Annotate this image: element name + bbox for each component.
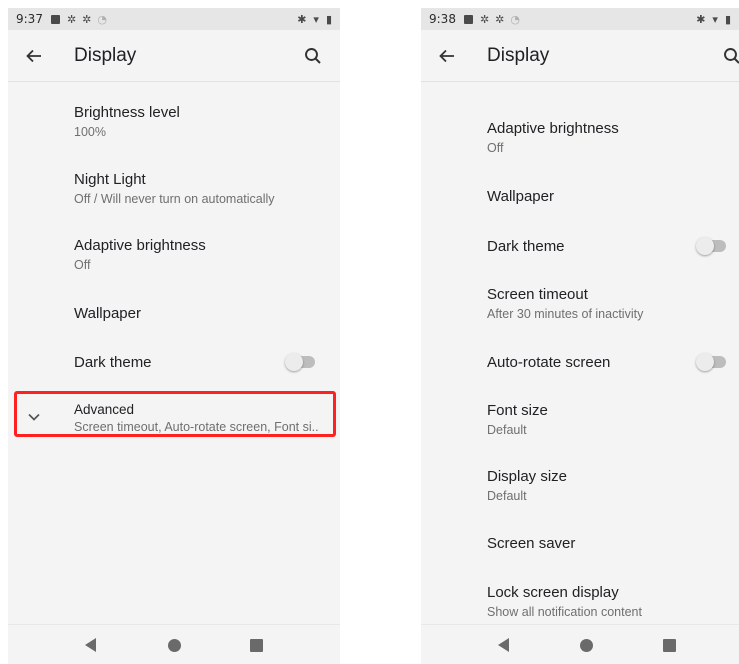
status-time: 9:38 xyxy=(429,12,456,26)
item-title: Display size xyxy=(487,468,568,485)
display-size-item[interactable]: Display size Default xyxy=(421,460,739,522)
wifi-icon: ▾ xyxy=(712,12,718,26)
highlight-box xyxy=(14,391,336,437)
item-title: Dark theme xyxy=(487,238,565,255)
item-title: Night Light xyxy=(74,171,146,188)
item-title: Screen saver xyxy=(487,535,576,552)
dark-theme-item[interactable]: Dark theme xyxy=(421,221,739,265)
item-title: Dark theme xyxy=(74,354,152,371)
navigation-bar xyxy=(8,624,340,664)
bluetooth-icon: ✱ xyxy=(696,12,706,26)
status-bar: 9:38 ✲ ✲ ◔ ✱ ▾ ▮ xyxy=(421,8,739,30)
settings-notification-icon: ✲ xyxy=(66,12,77,26)
wifi-weak-icon: ◔ xyxy=(510,12,520,26)
page-title: Display xyxy=(487,44,550,66)
page-title: Display xyxy=(74,44,137,66)
wifi-weak-icon: ◔ xyxy=(97,12,107,26)
dark-theme-toggle[interactable] xyxy=(285,353,317,371)
font-size-item[interactable]: Font size Default xyxy=(421,394,739,456)
wallpaper-item[interactable]: Wallpaper xyxy=(8,285,340,329)
bluetooth-icon: ✱ xyxy=(297,12,307,26)
screen-saver-item[interactable]: Screen saver xyxy=(421,518,739,562)
night-light-item[interactable]: Night Light Off / Will never turn on aut… xyxy=(8,162,340,224)
adaptive-brightness-item[interactable]: Adaptive brightness Off xyxy=(8,228,340,290)
settings-notification-icon-2: ✲ xyxy=(82,12,92,26)
item-summary: 100% xyxy=(74,125,106,139)
app-bar: Display xyxy=(421,30,739,82)
nav-recents-icon[interactable] xyxy=(248,637,264,653)
brightness-level-item[interactable]: Brightness level 100% xyxy=(8,95,340,157)
settings-notification-icon-2: ✲ xyxy=(495,12,505,26)
left-screen: 9:37 ✲ ✲ ◔ ✱ ▾ ▮ Display Brightness leve… xyxy=(8,8,340,664)
adaptive-brightness-item[interactable]: Adaptive brightness Off xyxy=(421,112,739,174)
item-summary: After 30 minutes of inactivity xyxy=(487,307,644,321)
app-bar: Display xyxy=(8,30,340,82)
nav-home-icon[interactable] xyxy=(578,637,594,653)
item-title: Wallpaper xyxy=(487,188,554,205)
item-title: Wallpaper xyxy=(74,305,141,322)
wallpaper-item[interactable]: Wallpaper xyxy=(421,171,739,215)
item-title: Screen timeout xyxy=(487,286,588,303)
item-summary: Default xyxy=(487,489,527,503)
status-bar: 9:37 ✲ ✲ ◔ ✱ ▾ ▮ xyxy=(8,8,340,30)
item-title: Font size xyxy=(487,402,548,419)
item-title: Lock screen display xyxy=(487,584,619,601)
right-screen: 9:38 ✲ ✲ ◔ ✱ ▾ ▮ Display Adaptive bright… xyxy=(421,8,739,664)
item-summary: Default xyxy=(487,423,527,437)
battery-icon: ▮ xyxy=(325,12,332,26)
nav-home-icon[interactable] xyxy=(166,637,182,653)
search-icon[interactable] xyxy=(292,30,334,82)
back-arrow-icon[interactable] xyxy=(8,30,60,82)
search-icon[interactable] xyxy=(711,30,739,82)
wifi-icon: ▾ xyxy=(313,12,319,26)
nav-back-icon[interactable] xyxy=(495,637,511,653)
dark-theme-toggle[interactable] xyxy=(696,237,728,255)
auto-rotate-toggle[interactable] xyxy=(696,353,728,371)
navigation-bar xyxy=(421,624,739,664)
item-summary: Show all notification content xyxy=(487,605,642,619)
settings-notification-icon: ✲ xyxy=(479,12,490,26)
item-title: Adaptive brightness xyxy=(487,120,619,137)
status-time: 9:37 xyxy=(16,12,43,26)
nav-back-icon[interactable] xyxy=(82,637,98,653)
image-notification-icon xyxy=(50,14,60,24)
screen-timeout-item[interactable]: Screen timeout After 30 minutes of inact… xyxy=(421,278,739,340)
nav-recents-icon[interactable] xyxy=(661,637,677,653)
item-summary: Off xyxy=(74,258,91,272)
battery-icon: ▮ xyxy=(724,12,731,26)
auto-rotate-item[interactable]: Auto-rotate screen xyxy=(421,337,739,381)
item-title: Auto-rotate screen xyxy=(487,354,611,371)
item-title: Adaptive brightness xyxy=(74,237,206,254)
item-summary: Off / Will never turn on automatically xyxy=(74,192,275,206)
back-arrow-icon[interactable] xyxy=(421,30,473,82)
image-notification-icon xyxy=(463,14,473,24)
item-title: Brightness level xyxy=(74,104,180,121)
item-summary: Off xyxy=(487,141,504,155)
dark-theme-item[interactable]: Dark theme xyxy=(8,335,340,383)
